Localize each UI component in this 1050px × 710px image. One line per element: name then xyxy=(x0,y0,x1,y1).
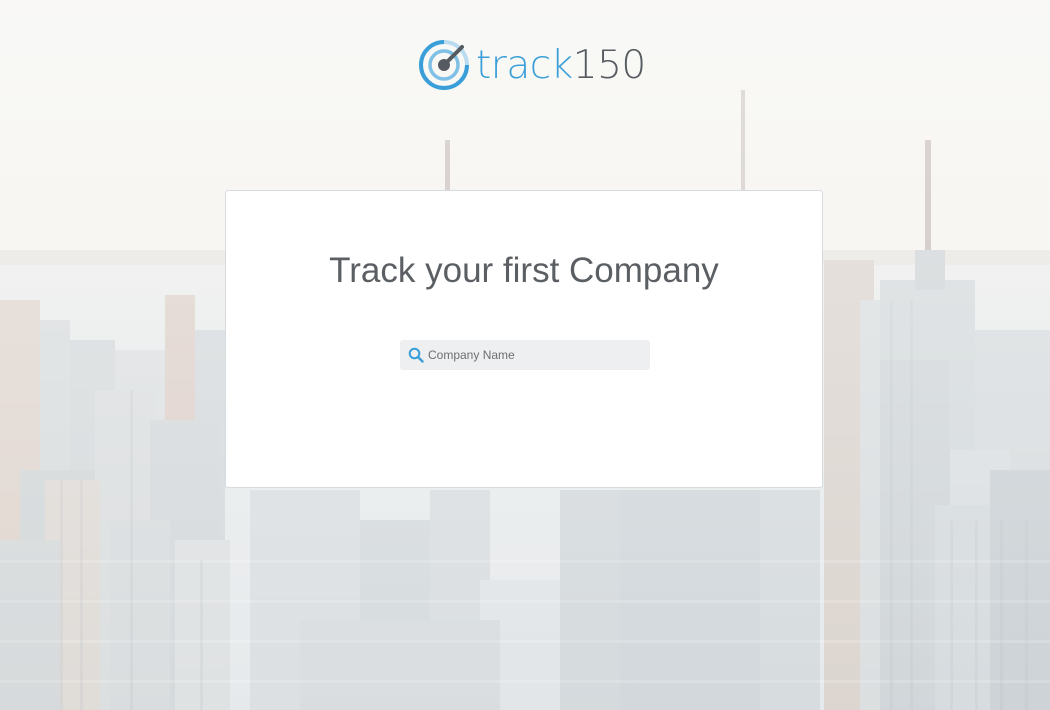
brand-wordmark-part2: 150 xyxy=(572,42,646,88)
radar-gauge-icon xyxy=(419,40,469,90)
page-title: Track your first Company xyxy=(329,251,719,290)
onboarding-card: Track your first Company xyxy=(225,190,823,488)
brand-logo[interactable]: track150 xyxy=(418,38,646,92)
company-search-box[interactable] xyxy=(400,340,650,370)
company-name-input[interactable] xyxy=(428,340,644,370)
brand-wordmark-part1: track xyxy=(476,42,573,88)
search-icon xyxy=(408,347,424,363)
brand-wordmark: track150 xyxy=(476,46,646,85)
